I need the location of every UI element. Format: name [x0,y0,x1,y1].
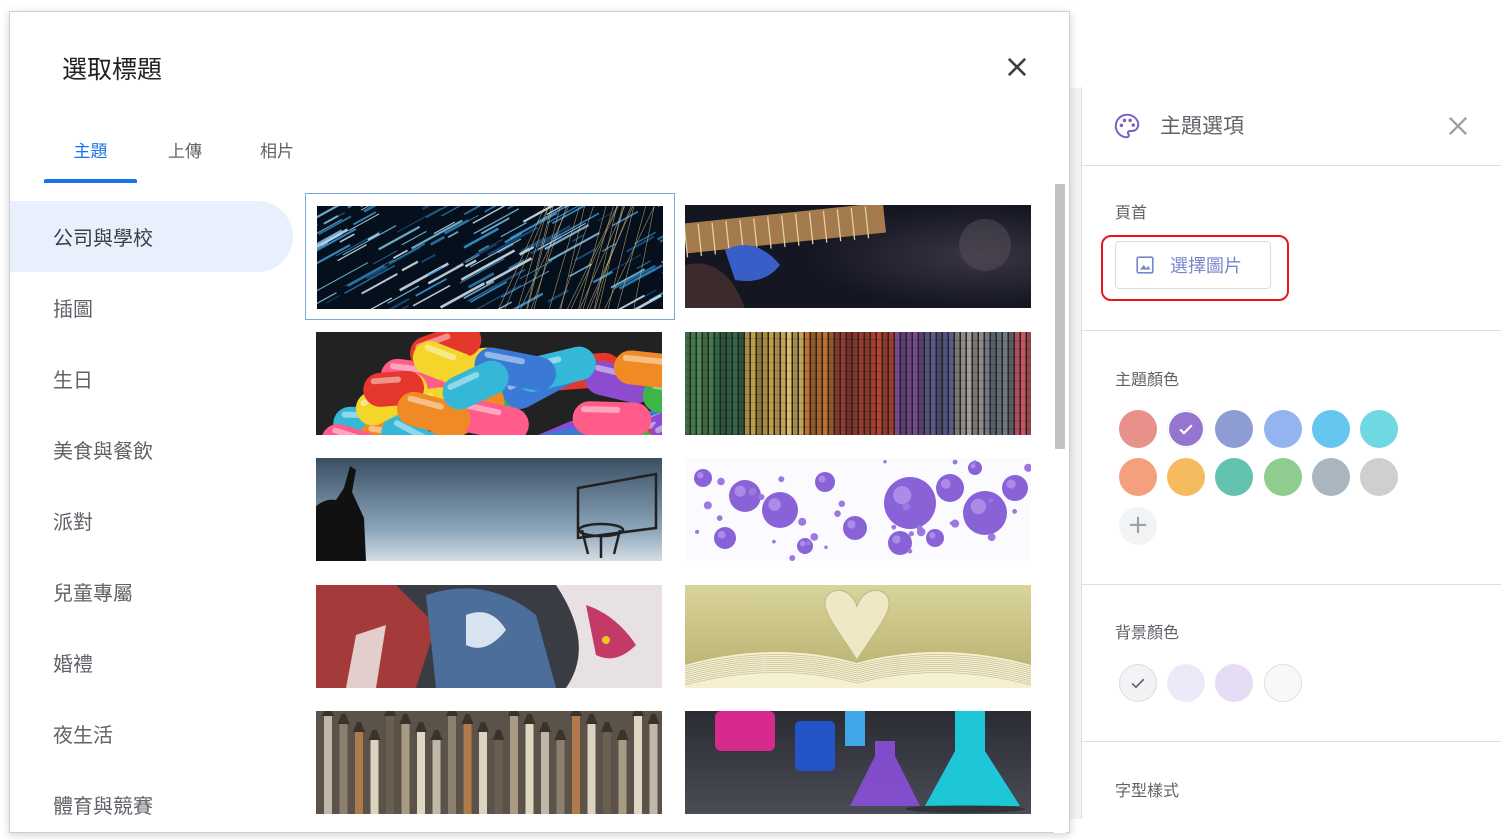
background-color-swatch[interactable] [1119,664,1157,702]
category-label: 公司與學校 [53,222,153,251]
background-color-swatch[interactable] [1215,664,1253,702]
theme-color-swatch[interactable] [1264,458,1302,496]
background-color-swatch[interactable] [1264,664,1302,702]
thumb-light-streaks[interactable] [305,193,675,320]
close-icon[interactable] [1003,53,1031,81]
thumb-candies[interactable] [305,320,675,447]
category-item[interactable]: 插圖 [10,272,293,343]
thumb-painted-hands[interactable] [305,573,675,700]
tab-label: 主題 [74,142,108,162]
active-tab-indicator [44,179,137,183]
thumbnail-image [317,206,663,309]
category-label: 體育與競賽 [53,790,153,819]
theme-color-swatch[interactable] [1312,458,1350,496]
background-color-label: 背景顏色 [1115,619,1179,643]
theme-color-label: 主題顏色 [1115,366,1179,390]
category-label: 婚禮 [53,648,93,677]
theme-color-swatch[interactable] [1360,458,1398,496]
scrollbar-thumb[interactable] [1055,184,1065,449]
theme-color-swatch[interactable] [1167,410,1205,448]
category-label: 插圖 [53,293,93,322]
thumb-purple-spheres[interactable] [674,446,1044,573]
thumb-guitar-concert[interactable] [674,193,1044,320]
thumbnail-image [685,332,1031,435]
category-label: 兒童專屬 [53,577,133,606]
category-item[interactable]: 生日 [10,343,293,414]
thumbnail-image [685,585,1031,688]
thumbnail-image [685,711,1031,814]
thumbnail-image [685,458,1031,561]
theme-color-swatch[interactable] [1119,410,1157,448]
header-section-label: 頁首 [1115,199,1147,223]
category-item[interactable]: 體育與競賽 [10,769,293,840]
select-header-dialog: 選取標題 主題 上傳 相片 公司與學校插圖生日美食與餐飲派對兒童專屬婚禮夜生活體… [9,11,1070,833]
tab-upload[interactable]: 上傳 [152,137,218,183]
category-item[interactable]: 兒童專屬 [10,556,293,627]
theme-panel-header: 主題選項 [1082,87,1501,166]
theme-options-panel: 主題選項 頁首 選擇圖片 主題顏色 + 背景顏色 字型樣式 [1081,87,1501,819]
thumbnail-image [316,711,662,814]
checkmark-icon [1176,419,1196,439]
category-item[interactable]: 夜生活 [10,698,293,769]
thumbnail-image [685,205,1031,308]
section-divider [1082,584,1501,585]
category-label: 生日 [53,364,93,393]
category-label: 派對 [53,506,93,535]
theme-color-swatch[interactable] [1119,458,1157,496]
font-style-label: 字型樣式 [1115,777,1179,801]
theme-color-swatch[interactable] [1167,458,1205,496]
image-grid [305,193,1045,833]
category-item[interactable]: 公司與學校 [10,201,293,272]
checkmark-icon [1128,673,1148,693]
category-label: 美食與餐飲 [53,435,153,464]
thumbnail-image [316,332,662,435]
thumbnail-image [316,585,662,688]
close-icon[interactable] [1444,112,1472,140]
dialog-title: 選取標題 [62,50,162,86]
category-item[interactable]: 派對 [10,485,293,556]
category-item[interactable]: 美食與餐飲 [10,414,293,485]
thumb-lab-flasks[interactable] [674,699,1044,826]
theme-color-swatch[interactable] [1215,458,1253,496]
category-label: 夜生活 [53,719,113,748]
theme-color-swatch[interactable] [1264,410,1302,448]
thumbnail-image [316,458,662,561]
tab-label: 相片 [260,142,294,162]
thumb-paint-brushes[interactable] [305,699,675,826]
theme-color-swatch[interactable] [1360,410,1398,448]
category-item[interactable]: 婚禮 [10,627,293,698]
section-divider [1082,741,1501,742]
section-divider [1082,330,1501,331]
tab-label: 上傳 [168,142,202,162]
theme-color-swatch[interactable] [1312,410,1350,448]
palette-icon [1112,111,1142,141]
highlight-annotation [1101,235,1289,301]
tab-themes[interactable]: 主題 [44,137,137,183]
theme-panel-title: 主題選項 [1160,111,1244,141]
add-custom-color-button[interactable]: + [1119,507,1157,545]
background-color-swatch[interactable] [1167,664,1205,702]
theme-color-swatch[interactable] [1215,410,1253,448]
tab-photos[interactable]: 相片 [244,137,310,183]
thumb-basketball[interactable] [305,446,675,573]
thumb-book-heart[interactable] [674,573,1044,700]
thumb-colorful-yarn[interactable] [674,320,1044,447]
